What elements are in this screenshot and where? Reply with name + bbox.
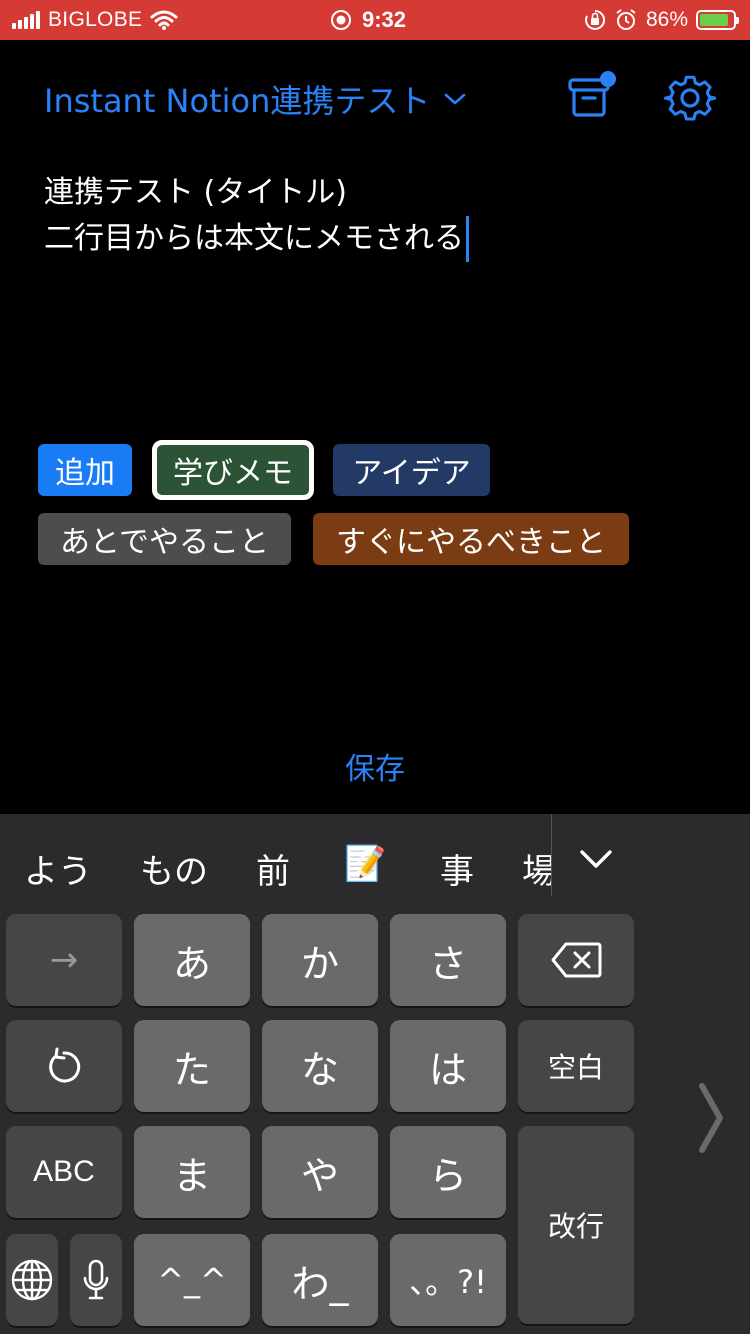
battery-percent: 86% <box>645 8 688 31</box>
archive-box-icon <box>568 71 616 117</box>
arrow-key[interactable]: → <box>6 914 122 1006</box>
key-ya[interactable]: や <box>262 1126 378 1218</box>
globe-icon <box>11 1259 53 1301</box>
status-bar: BIGLOBE 9:32 86% <box>0 0 750 40</box>
rotation-lock-icon <box>585 9 606 30</box>
settings-button[interactable] <box>663 72 717 124</box>
candidate-divider <box>551 814 552 896</box>
abc-key[interactable]: ABC <box>6 1126 122 1218</box>
undo-key[interactable] <box>6 1020 122 1112</box>
key-ka[interactable]: か <box>262 914 378 1006</box>
tag-add[interactable]: 追加 <box>38 444 132 496</box>
note-editor[interactable]: 連携テスト (タイトル) 二行目からは本文にメモされる <box>44 170 704 262</box>
return-key[interactable]: 改行 <box>518 1126 634 1324</box>
key-ra[interactable]: ら <box>390 1126 506 1218</box>
wifi-icon <box>150 10 178 30</box>
kaomoji-key[interactable]: ^_^ <box>134 1234 250 1326</box>
candidate-item[interactable]: 📝 <box>344 844 386 884</box>
gear-icon <box>663 75 717 121</box>
candidate-item[interactable]: 前 <box>256 844 290 893</box>
key-na[interactable]: な <box>262 1020 378 1112</box>
note-title-line: 連携テスト (タイトル) <box>44 175 347 210</box>
carrier-name: BIGLOBE <box>48 8 143 31</box>
key-wa[interactable]: わ_ <box>262 1234 378 1326</box>
microphone-icon <box>83 1259 109 1300</box>
note-body-line: 二行目からは本文にメモされる <box>44 216 704 262</box>
save-button[interactable]: 保存 <box>0 744 750 788</box>
text-cursor <box>466 216 469 262</box>
punctuation-key[interactable]: 、。?! <box>390 1234 506 1326</box>
delete-icon <box>551 942 602 978</box>
key-ta[interactable]: た <box>134 1020 250 1112</box>
candidate-item[interactable]: もの <box>140 844 208 893</box>
record-icon <box>331 10 351 30</box>
chevron-right-icon[interactable] <box>694 1080 730 1156</box>
chevron-down-icon <box>445 93 466 105</box>
page-title: Instant Notion連携テスト <box>44 82 431 120</box>
candidate-item[interactable]: 場 <box>522 844 551 893</box>
key-sa[interactable]: さ <box>390 914 506 1006</box>
key-ma[interactable]: ま <box>134 1126 250 1218</box>
space-key[interactable]: 空白 <box>518 1020 634 1112</box>
chevron-down-icon[interactable] <box>572 836 620 884</box>
candidate-item[interactable]: よう <box>24 844 92 893</box>
tag-idea[interactable]: アイデア <box>333 444 490 496</box>
backspace-key[interactable] <box>518 914 634 1006</box>
candidate-item[interactable]: 事 <box>440 844 474 893</box>
status-time: 9:32 <box>362 7 407 32</box>
globe-key[interactable] <box>6 1234 58 1326</box>
undo-icon <box>49 1047 81 1083</box>
tag-learning-memo[interactable]: 学びメモ <box>152 440 314 500</box>
database-selector[interactable]: Instant Notion連携テスト <box>44 76 466 122</box>
dictation-key[interactable] <box>70 1234 122 1326</box>
alarm-icon <box>616 9 636 30</box>
archive-button[interactable] <box>566 70 622 122</box>
notification-dot <box>600 71 616 87</box>
tag-urgent[interactable]: すぐにやるべきこと <box>313 513 629 565</box>
key-a[interactable]: あ <box>134 914 250 1006</box>
signal-icon <box>12 11 40 29</box>
candidate-bar: よう もの 前 📝 事 場 <box>0 814 750 910</box>
tag-later[interactable]: あとでやること <box>38 513 291 565</box>
key-ha[interactable]: は <box>390 1020 506 1112</box>
battery-icon <box>696 10 739 30</box>
